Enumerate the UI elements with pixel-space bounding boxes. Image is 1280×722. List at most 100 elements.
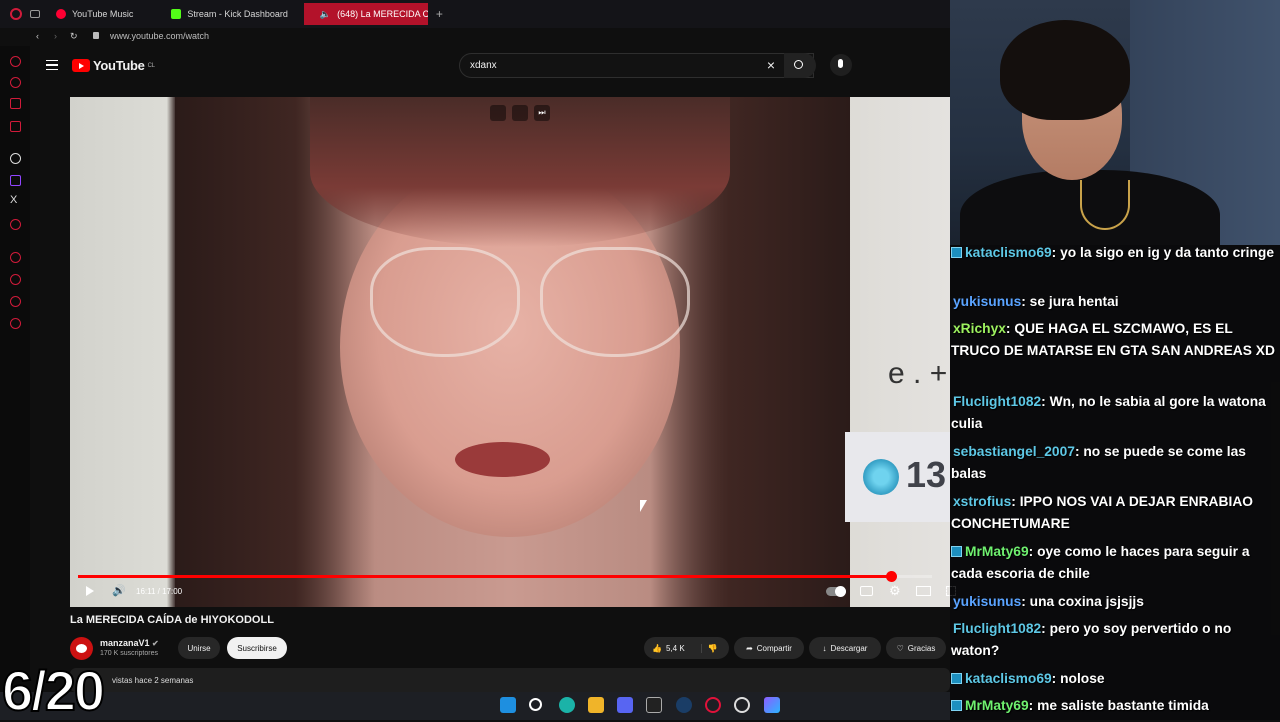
theater-mode-icon[interactable]: [916, 586, 931, 596]
discord-icon[interactable]: [617, 697, 633, 713]
join-button[interactable]: Unirse: [178, 637, 220, 659]
opera-logo-icon[interactable]: [10, 8, 22, 20]
player-icon[interactable]: [10, 98, 21, 109]
edge-icon[interactable]: [559, 697, 575, 713]
chat-message: MrMaty69: oye como le haces para seguir …: [951, 541, 1279, 585]
workspaces-icon[interactable]: [30, 10, 40, 18]
messenger-icon[interactable]: [10, 56, 21, 67]
twitch-icon[interactable]: [10, 175, 21, 186]
taskbar-search-icon[interactable]: [529, 698, 542, 711]
video-overlay-glyph: e . +: [888, 357, 948, 390]
extensions-icon[interactable]: [10, 296, 21, 307]
search-icon: [794, 60, 803, 69]
reload-icon[interactable]: ↻: [70, 31, 78, 42]
mail-icon[interactable]: [10, 121, 21, 132]
tab-label: Stream - Kick Dashboard: [187, 9, 288, 19]
share-button[interactable]: ➦ Compartir: [734, 637, 804, 659]
description-box[interactable]: vistas hace 2 semanas: [70, 668, 950, 692]
download-button[interactable]: ↓ Descargar: [809, 637, 881, 659]
menu-icon[interactable]: [46, 60, 58, 70]
history-icon[interactable]: [10, 77, 21, 88]
tab-youtube-video[interactable]: 🔈 (648) La MERECIDA C: [303, 3, 428, 25]
channel-avatar[interactable]: [70, 637, 93, 660]
tab-youtube-music[interactable]: YouTube Music: [46, 3, 143, 25]
chat-message: kataclismo69: nolose: [951, 668, 1279, 690]
x-icon[interactable]: X: [10, 194, 17, 206]
subscriber-count: 170 K suscriptores: [100, 650, 158, 657]
speaker-icon[interactable]: 🔈: [320, 9, 331, 20]
subscriber-badge-icon: [951, 247, 962, 258]
like-button[interactable]: 👍 5,4 K 👎: [644, 637, 729, 659]
chat-username: kataclismo69: [965, 245, 1052, 260]
miniplayer-icon[interactable]: [490, 105, 506, 121]
share-label: Compartir: [756, 643, 792, 653]
tab-kick-dashboard[interactable]: Stream - Kick Dashboard: [161, 3, 298, 25]
tab-label: (648) La MERECIDA C: [337, 9, 428, 19]
lock-icon: [93, 32, 99, 39]
search-input[interactable]: xdanx ×: [459, 53, 814, 78]
youtube-logo[interactable]: YouTube CL: [72, 58, 155, 73]
epic-games-icon[interactable]: [646, 697, 662, 713]
new-tab-button[interactable]: +: [436, 7, 443, 21]
opera-sidebar: X: [0, 46, 30, 720]
apple-icon: [76, 644, 87, 653]
thanks-label: Gracias: [907, 643, 936, 653]
webcam-person-hair: [1000, 20, 1130, 120]
chat-username: xstrofius: [953, 494, 1012, 509]
app-icon[interactable]: [764, 697, 780, 713]
country-code: CL: [147, 62, 155, 69]
video-progress-bar[interactable]: [78, 571, 932, 582]
pop-out-icon[interactable]: [512, 105, 528, 121]
settings-icon[interactable]: [10, 318, 21, 329]
share-icon: ➦: [746, 643, 753, 653]
video-scrubber-handle[interactable]: [886, 571, 897, 582]
download-icon[interactable]: [10, 274, 21, 285]
skip-icon[interactable]: ⏭: [534, 105, 550, 121]
chat-username: kataclismo69: [965, 671, 1052, 686]
windows-start-icon[interactable]: [500, 697, 516, 713]
join-label: Unirse: [187, 643, 211, 653]
clear-search-icon[interactable]: ×: [767, 57, 775, 73]
webcam-chain: [1080, 180, 1130, 230]
video-frame-glasses-left: [370, 247, 520, 357]
chat-message: sebastiangel_2007: no se puede se come l…: [951, 441, 1279, 485]
channel-name-text: manzanaV1: [100, 638, 150, 648]
channel-name[interactable]: manzanaV1 ✔: [100, 638, 159, 648]
video-controls: 🔊 16:11 / 17:00 ⚙: [78, 583, 956, 601]
voice-search-icon[interactable]: [830, 54, 852, 76]
volume-icon[interactable]: 🔊: [112, 584, 126, 597]
chat-message: Fluclight1082: pero yo soy pervertido o …: [951, 618, 1279, 662]
chat-message: xstrofius: IPPO NOS VAI A DEJAR ENRABIAO…: [951, 491, 1279, 535]
file-explorer-icon[interactable]: [588, 697, 604, 713]
chat-username: MrMaty69: [965, 698, 1029, 713]
forward-icon[interactable]: ›: [54, 31, 57, 41]
chat-message: yukisunus: se jura hentai: [951, 291, 1279, 313]
search-button[interactable]: [784, 53, 816, 78]
video-top-controls: ⏭: [490, 105, 550, 121]
subscribe-button[interactable]: Suscribirse: [227, 637, 287, 659]
play-icon[interactable]: [86, 586, 94, 596]
thumbs-up-icon: 👍: [652, 643, 662, 653]
autoplay-toggle[interactable]: [826, 586, 846, 597]
settings-gear-icon[interactable]: ⚙: [889, 583, 901, 599]
chat-username: xRichyx: [953, 321, 1006, 336]
subscribe-label: Suscribirse: [237, 643, 277, 653]
chatgpt-icon[interactable]: [10, 153, 21, 164]
subscriber-badge-icon: [951, 700, 962, 711]
dislike-button[interactable]: 👎: [700, 643, 718, 653]
url-field[interactable]: www.youtube.com/watch: [110, 31, 209, 41]
tiktok-icon[interactable]: [10, 219, 21, 230]
kick-icon: [171, 9, 182, 19]
back-icon[interactable]: ‹: [36, 31, 39, 41]
clock-icon[interactable]: [10, 252, 21, 263]
subtitles-icon[interactable]: [860, 586, 873, 596]
video-player[interactable]: e . + 13 ⏭: [70, 97, 950, 607]
steam-icon[interactable]: [676, 697, 692, 713]
chat-username: Fluclight1082: [953, 394, 1042, 409]
coin-count: 13: [906, 454, 947, 495]
chat-username: sebastiangel_2007: [953, 444, 1075, 459]
thanks-button[interactable]: ♡ Gracias: [886, 637, 946, 659]
chat-message: kataclismo69: yo la sigo en ig y da tant…: [951, 242, 1279, 264]
obs-icon[interactable]: [734, 697, 750, 713]
opera-gx-icon[interactable]: [705, 697, 721, 713]
